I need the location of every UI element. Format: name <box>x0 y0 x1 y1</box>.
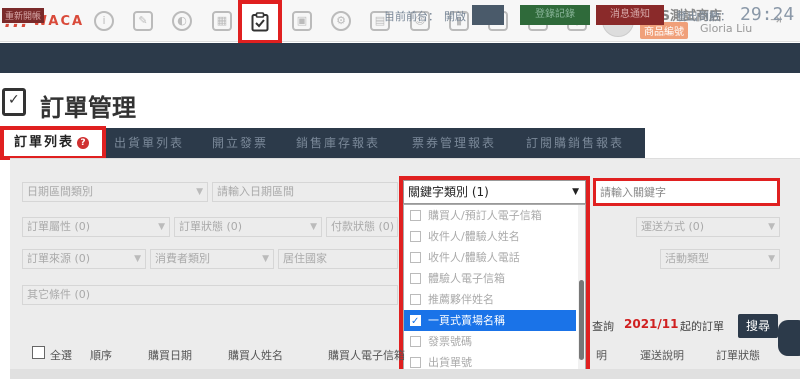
info-icon[interactable]: i <box>94 11 114 31</box>
column-header[interactable]: 運送說明 <box>640 347 684 363</box>
keyword-option-label: 推薦夥伴姓名 <box>428 293 494 306</box>
tab-sales-stock-report[interactable]: 銷售庫存報表 <box>296 128 380 158</box>
checkbox[interactable] <box>410 273 421 284</box>
gift-icon[interactable]: ▣ <box>292 11 312 31</box>
query-suffix: 起的訂單 <box>680 320 724 333</box>
keyword-option[interactable]: 購買人/預訂人電子信箱 <box>404 205 576 226</box>
shipping-method-select[interactable]: 運送方式 (0) ▼ <box>636 217 780 237</box>
calendar-icon[interactable]: ▦ <box>212 11 232 31</box>
select-all-checkbox[interactable] <box>32 346 45 359</box>
checkbox[interactable] <box>410 357 421 368</box>
keyword-option-selected[interactable]: 一頁式賣場名稱 <box>404 310 576 332</box>
select-all-label: 全選 <box>50 349 72 362</box>
column-header[interactable]: 購買人電子信箱 <box>328 347 405 363</box>
keyword-input-highlight <box>593 178 780 206</box>
nav-orders-active[interactable] <box>238 0 282 44</box>
column-header[interactable]: 購買日期 <box>148 347 192 363</box>
date-type-select[interactable]: 日期區間類別 ▼ <box>22 182 208 202</box>
order-attr-label: 訂單屬性 (0) <box>27 220 91 233</box>
checkbox[interactable] <box>410 210 421 221</box>
keyword-option-label: 一頁式賣場名稱 <box>428 314 505 327</box>
keyword-option-label: 購買人/預訂人電子信箱 <box>428 209 542 222</box>
status-bar <box>0 43 800 73</box>
country-select[interactable]: 居住國家 <box>278 249 398 269</box>
palette-icon[interactable]: ◐ <box>172 11 192 31</box>
tab-invoice[interactable]: 開立發票 <box>212 128 268 158</box>
query-date: 2021/11 <box>624 317 679 331</box>
shipping-method-label: 運送方式 (0) <box>641 220 705 233</box>
tab-order-list-label: 訂單列表 <box>14 135 75 150</box>
consumer-type-label: 消費者類別 <box>155 252 210 265</box>
keyword-type-list: 購買人/預訂人電子信箱 收件人/體驗人姓名 收件人/體驗人電話 體驗人電子信箱 … <box>403 204 586 379</box>
tab-order-list[interactable]: 訂單列表? <box>0 126 106 160</box>
column-header[interactable]: 明 <box>596 347 607 363</box>
keyword-option[interactable]: 推薦夥伴姓名 <box>404 289 576 310</box>
chevron-down-icon: ▼ <box>572 187 579 197</box>
keyword-option[interactable]: 收件人/體驗人姓名 <box>404 226 576 247</box>
column-header[interactable]: 購買人姓名 <box>228 347 283 363</box>
checkbox[interactable] <box>410 336 421 347</box>
settings-icon[interactable]: ⚙ <box>331 11 351 31</box>
payment-status-select[interactable]: 付款狀態 (0) <box>326 217 398 237</box>
order-attr-select[interactable]: 訂單屬性 (0) ▼ <box>22 217 170 237</box>
chevron-down-icon: ▼ <box>768 254 775 264</box>
checkbox[interactable] <box>410 231 421 242</box>
keyword-type-label: 關鍵字類別 (1) <box>408 185 489 199</box>
table-header-divider <box>10 369 800 379</box>
order-source-select[interactable]: 訂單來源 (0) ▼ <box>22 249 146 269</box>
checkbox[interactable] <box>410 252 421 263</box>
checkbox-checked[interactable] <box>410 311 421 332</box>
chevron-down-icon: ▼ <box>310 222 317 232</box>
keyword-option[interactable]: 收件人/體驗人電話 <box>404 247 576 268</box>
keyword-option-label: 出貨單號 <box>428 356 472 369</box>
activity-type-label: 活動類型 <box>665 252 709 265</box>
search-button[interactable]: 搜尋 <box>738 314 778 338</box>
order-status-label: 訂單狀態 (0) <box>179 220 243 233</box>
keyword-type-select[interactable]: 關鍵字類別 (1) ▼ <box>403 180 586 204</box>
help-icon[interactable]: ? <box>77 136 90 149</box>
date-range-input[interactable]: 請輸入日期區間 <box>212 182 398 202</box>
edit-icon[interactable]: ✎ <box>133 11 153 31</box>
tab-subscription-report[interactable]: 訂閱購銷售報表 <box>526 128 624 158</box>
keyword-option[interactable]: 體驗人電子信箱 <box>404 268 576 289</box>
column-header[interactable]: 訂單狀態 <box>716 347 760 363</box>
other-conditions-select[interactable]: 其它條件 (0) <box>22 285 398 305</box>
reopen-badge[interactable]: 重新開帳 <box>2 8 45 23</box>
chevron-down-icon: ▼ <box>158 222 165 232</box>
chevron-down-icon: ▼ <box>262 254 269 264</box>
order-status-select[interactable]: 訂單狀態 (0) ▼ <box>174 217 322 237</box>
tab-shipping-list[interactable]: 出貨單列表 <box>114 128 184 158</box>
consumer-type-select[interactable]: 消費者類別 ▼ <box>150 249 274 269</box>
clipboard-check-icon <box>251 12 269 32</box>
column-header[interactable]: 順序 <box>90 347 112 363</box>
notify-button[interactable]: 消息通知 <box>596 5 664 25</box>
keyword-option[interactable]: 發票號碼 <box>404 331 576 352</box>
keyword-option-label: 發票號碼 <box>428 335 472 348</box>
page-title: 訂單管理 <box>40 94 136 122</box>
order-source-label: 訂單來源 (0) <box>27 252 91 265</box>
keyword-option-label: 收件人/體驗人電話 <box>428 251 520 264</box>
query-prefix: 查詢 <box>592 320 614 333</box>
keyword-option-label: 收件人/體驗人姓名 <box>428 230 520 243</box>
login-log-button[interactable]: 登錄記錄 <box>520 5 590 25</box>
frontdesk-toggle[interactable] <box>472 5 504 25</box>
keyword-input[interactable] <box>596 181 777 203</box>
chevron-down-icon: ▼ <box>196 187 203 197</box>
frontdesk-value: 開啟 <box>444 10 466 23</box>
chevron-down-icon: ▼ <box>768 222 775 232</box>
chevron-down-icon: ▼ <box>134 254 141 264</box>
countdown-label: 登出倒數： <box>676 10 731 23</box>
countdown-value: 29:24 <box>740 4 795 25</box>
tab-ticket-report[interactable]: 票券管理報表 <box>412 128 496 158</box>
date-type-label: 日期區間類別 <box>27 185 93 198</box>
activity-type-select[interactable]: 活動類型 ▼ <box>660 249 780 269</box>
clipboard-check-icon <box>2 88 26 116</box>
scrollbar-thumb[interactable] <box>579 280 584 360</box>
frontdesk-label: 目前前台： <box>384 10 439 23</box>
checkbox[interactable] <box>410 294 421 305</box>
chat-widget-button[interactable] <box>778 320 800 356</box>
keyword-option-label: 體驗人電子信箱 <box>428 272 505 285</box>
